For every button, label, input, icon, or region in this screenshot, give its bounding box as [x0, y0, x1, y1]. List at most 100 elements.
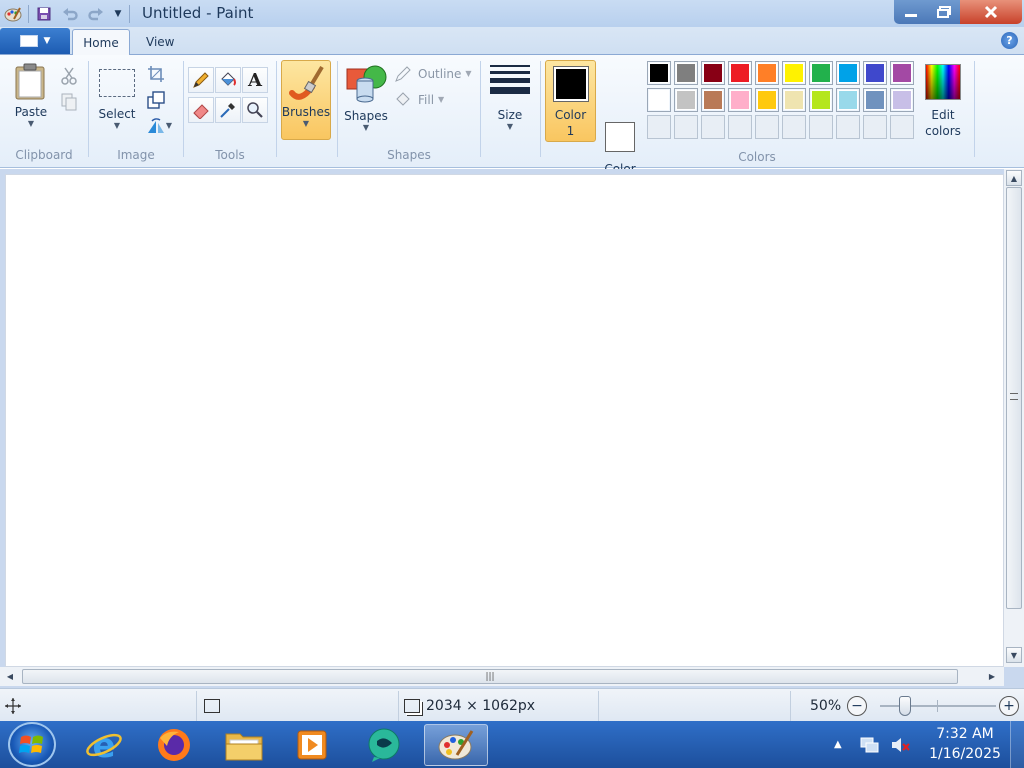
show-hidden-icons-icon[interactable]: ▲	[834, 739, 842, 750]
palette-custom-slot[interactable]	[863, 115, 887, 139]
text-icon[interactable]: A	[242, 67, 268, 93]
palette-swatch[interactable]	[809, 61, 833, 85]
color-picker-icon[interactable]	[215, 97, 241, 123]
paint-app-icon[interactable]	[2, 4, 24, 24]
shapes-button[interactable]: Shapes ▼	[342, 63, 390, 133]
scroll-left-icon[interactable]: ◀	[2, 668, 18, 684]
brushes-button[interactable]: Brushes ▼	[281, 60, 331, 140]
palette-swatch[interactable]	[674, 61, 698, 85]
clock[interactable]: 7:32 AM 1/16/2025	[926, 724, 1004, 764]
firefox-icon[interactable]	[146, 724, 202, 766]
scroll-down-icon[interactable]: ▼	[1006, 647, 1022, 663]
paint-menu-button[interactable]: ▼	[0, 28, 70, 54]
taskbar: e ▲ 7:32 AM 1/16/2025	[0, 721, 1024, 768]
fill-bucket-icon[interactable]	[215, 67, 241, 93]
resize-icon[interactable]	[145, 89, 167, 111]
zoom-slider-track	[880, 705, 996, 707]
maximize-button[interactable]	[928, 0, 960, 24]
palette-swatch[interactable]	[647, 88, 671, 112]
colors-group-label: Colors	[738, 150, 776, 164]
palette-swatch[interactable]	[755, 88, 779, 112]
chat-app-icon[interactable]	[356, 724, 412, 766]
group-separator	[480, 61, 481, 157]
scroll-up-icon[interactable]: ▲	[1006, 170, 1022, 186]
customize-dropdown-icon[interactable]: ▼	[111, 4, 125, 24]
palette-custom-slot[interactable]	[836, 115, 860, 139]
quick-access-toolbar: ▼	[2, 3, 130, 25]
palette-swatch[interactable]	[755, 61, 779, 85]
color1-swatch	[553, 66, 589, 102]
palette-swatch[interactable]	[836, 61, 860, 85]
cut-icon[interactable]	[58, 65, 80, 87]
zoom-slider-thumb[interactable]	[899, 696, 911, 716]
magnifier-icon[interactable]	[242, 97, 268, 123]
drawing-canvas[interactable]	[5, 174, 1004, 667]
palette-custom-slot[interactable]	[755, 115, 779, 139]
palette-custom-slot[interactable]	[674, 115, 698, 139]
palette-swatch[interactable]	[701, 61, 725, 85]
fill-label: Fill	[418, 93, 435, 107]
save-icon[interactable]	[33, 4, 55, 24]
redo-icon[interactable]	[85, 4, 107, 24]
vertical-scroll-thumb[interactable]	[1006, 187, 1022, 609]
image-group: Select ▼ ▼ Image	[89, 57, 183, 165]
palette-swatch[interactable]	[863, 61, 887, 85]
palette-swatch[interactable]	[701, 88, 725, 112]
outline-label: Outline	[418, 67, 462, 81]
outline-button[interactable]: Outline ▼	[394, 65, 472, 83]
clock-time: 7:32 AM	[936, 726, 994, 742]
eraser-icon[interactable]	[188, 97, 214, 123]
close-button[interactable]	[960, 0, 1022, 24]
palette-swatch[interactable]	[728, 61, 752, 85]
minimize-button[interactable]	[894, 0, 928, 24]
palette-swatch[interactable]	[782, 61, 806, 85]
color1-button[interactable]: Color 1	[545, 60, 596, 142]
copy-icon[interactable]	[58, 91, 80, 113]
zoom-in-icon[interactable]: +	[999, 696, 1019, 716]
scroll-right-icon[interactable]: ▶	[984, 668, 1000, 684]
palette-custom-slot[interactable]	[701, 115, 725, 139]
horizontal-scrollbar[interactable]: ◀ ||| ▶	[0, 667, 1004, 686]
palette-swatch[interactable]	[890, 88, 914, 112]
internet-explorer-icon[interactable]: e	[76, 724, 132, 766]
palette-custom-slot[interactable]	[782, 115, 806, 139]
undo-icon[interactable]	[59, 4, 81, 24]
start-button[interactable]	[8, 722, 56, 767]
show-desktop-button[interactable]	[1010, 721, 1024, 768]
horizontal-scroll-thumb[interactable]: |||	[22, 669, 958, 684]
palette-swatch[interactable]	[782, 88, 806, 112]
palette-swatch[interactable]	[674, 88, 698, 112]
paint-menu-icon	[19, 35, 38, 47]
zoom-slider[interactable]	[880, 695, 996, 717]
size-button[interactable]: Size ▼	[486, 63, 534, 132]
network-icon[interactable]	[860, 736, 880, 754]
select-button[interactable]: Select ▼	[95, 65, 139, 131]
volume-muted-icon[interactable]	[890, 736, 912, 754]
paint-taskbar-icon[interactable]	[424, 724, 488, 766]
media-player-icon[interactable]	[284, 724, 340, 766]
tab-home[interactable]: Home	[72, 29, 130, 55]
paste-icon	[15, 63, 45, 100]
pencil-icon[interactable]	[188, 67, 214, 93]
zoom-out-icon[interactable]: −	[847, 696, 867, 716]
paste-button[interactable]: Paste ▼	[8, 63, 54, 129]
rotate-icon[interactable]: ▼	[143, 115, 175, 137]
tab-view[interactable]: View	[136, 29, 184, 55]
edit-colors-button[interactable]: Edit colors	[920, 61, 966, 143]
file-explorer-icon[interactable]	[216, 724, 272, 766]
palette-custom-slot[interactable]	[647, 115, 671, 139]
palette-swatch[interactable]	[863, 88, 887, 112]
palette-swatch[interactable]	[890, 61, 914, 85]
palette-custom-slot[interactable]	[890, 115, 914, 139]
crop-icon[interactable]	[145, 63, 167, 85]
vertical-scrollbar[interactable]: ▲ ▼	[1004, 169, 1024, 667]
fill-button[interactable]: Fill ▼	[394, 91, 444, 109]
palette-custom-slot[interactable]	[728, 115, 752, 139]
palette-swatch[interactable]	[728, 88, 752, 112]
palette-swatch[interactable]	[809, 88, 833, 112]
palette-custom-slot[interactable]	[809, 115, 833, 139]
palette-swatch[interactable]	[836, 88, 860, 112]
palette-swatch[interactable]	[647, 61, 671, 85]
select-dropdown-icon: ▼	[113, 121, 121, 130]
help-icon[interactable]: ?	[1001, 32, 1018, 49]
